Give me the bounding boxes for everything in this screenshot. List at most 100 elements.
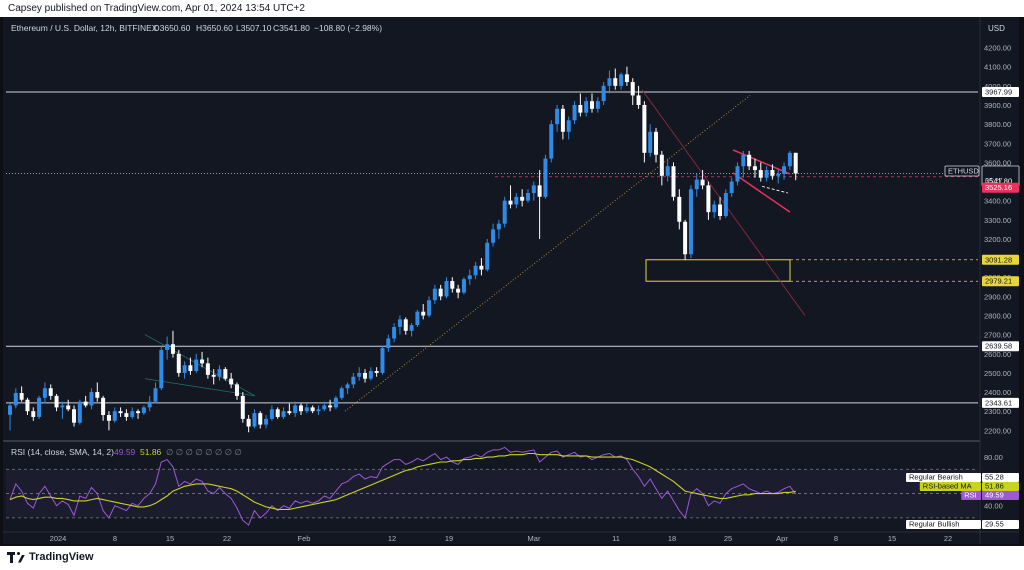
candle-body (60, 405, 65, 408)
candle-body (782, 166, 787, 174)
candle-body (8, 405, 12, 415)
candle-body (106, 415, 111, 421)
candle (485, 238, 490, 272)
price-tick-label: 4100.00 (984, 63, 1011, 72)
candle-body (485, 242, 490, 270)
candle-body (246, 418, 251, 427)
price-tick-label: 3800.00 (984, 120, 1011, 129)
candle-body (310, 407, 315, 412)
candle-body (770, 170, 775, 176)
rsi-legend-nulls: ∅ ∅ ∅ ∅ ∅ ∅ ∅ ∅ (166, 447, 242, 457)
candle-body (77, 401, 82, 423)
price-tick-label: 4200.00 (984, 44, 1011, 53)
candle-body (339, 388, 344, 398)
candle-body (205, 363, 210, 375)
resistance-top-label: 3967.99 (982, 86, 1019, 97)
rsi-bullish-name-text: Regular Bullish (909, 520, 959, 529)
candle-body (566, 120, 571, 132)
rsi-bearish-value-text: 55.28 (985, 473, 1004, 482)
tradingview-logo[interactable]: TradingView (7, 551, 94, 563)
ticker-label-text: ETHUSD (948, 167, 979, 176)
candle-body (48, 388, 53, 396)
candle-body (136, 411, 141, 414)
candle (683, 219, 688, 261)
candle-body (595, 101, 600, 109)
box-top-label: 3091.28 (982, 254, 1019, 265)
candle-body (659, 154, 664, 176)
candle (671, 162, 676, 201)
candle (415, 309, 420, 327)
candle-body (194, 359, 199, 372)
rsi-ma-value-text: 51.86 (985, 482, 1004, 491)
price-tick-label: 2300.00 (984, 407, 1011, 416)
candle-body (671, 166, 676, 197)
candle-body (444, 281, 449, 297)
candle-body (322, 405, 327, 410)
red-level-label: 3525.16 (982, 182, 1019, 193)
price-tick-label: 2700.00 (984, 331, 1011, 340)
candle (502, 196, 507, 228)
rsi-current-name-text: RSI (964, 491, 977, 500)
candle-body (549, 124, 554, 159)
candle-body (758, 170, 763, 178)
time-tick-label: 8 (113, 534, 117, 543)
candle-body (304, 407, 309, 412)
candle-body (264, 418, 269, 425)
candle-body (234, 384, 239, 396)
candle-body (723, 193, 728, 216)
candle-body (83, 401, 88, 406)
candle-body (677, 196, 682, 222)
rsi-current-value: 49.59 (982, 491, 1019, 500)
candle-body (601, 85, 606, 102)
footer-bar: TradingView (0, 546, 1024, 570)
candle-body (269, 409, 274, 419)
candle-body (718, 204, 723, 216)
box-bottom-label: 2979.21 (982, 276, 1019, 287)
candle-body (450, 281, 455, 289)
chart-svg[interactable]: 4200.004100.004000.003900.003800.003700.… (0, 0, 1024, 546)
candle-body (275, 409, 280, 417)
candle-body (176, 353, 181, 373)
rsi-current-name: RSI (961, 491, 981, 500)
candle-body (496, 223, 501, 230)
candle-body (700, 179, 705, 186)
candle-body (648, 131, 653, 153)
tradingview-brand: TradingView (29, 551, 94, 563)
box-bottom-label-text: 2979.21 (985, 277, 1012, 286)
candle (339, 386, 344, 400)
candle-body (613, 78, 618, 86)
resistance-top-label-text: 3967.99 (985, 87, 1012, 96)
rsi-bullish-name: Regular Bullish (906, 520, 981, 529)
candle-body (316, 409, 321, 412)
candle-body (42, 388, 47, 398)
time-tick-label: 19 (445, 534, 453, 543)
time-tick-label: 2024 (50, 534, 67, 543)
price-tick-label: 3900.00 (984, 101, 1011, 110)
candle (380, 346, 385, 375)
candle-body (665, 166, 670, 176)
currency-label[interactable]: USD (988, 24, 1005, 33)
candle-body (95, 392, 100, 398)
candle-body (531, 185, 536, 194)
candle-body (525, 193, 530, 201)
rsi-bearish-name-text: Regular Bearish (909, 473, 963, 482)
candle-body (112, 411, 117, 421)
candle-body (118, 411, 123, 414)
candle-body (287, 411, 292, 414)
price-tick-label: 3700.00 (984, 139, 1011, 148)
time-tick-label: 22 (944, 534, 952, 543)
candle-body (712, 204, 717, 213)
candle-body (421, 311, 426, 316)
candle-body (467, 275, 472, 280)
price-tick-label: 3300.00 (984, 216, 1011, 225)
candle-body (537, 185, 542, 197)
candle-body (630, 82, 635, 96)
ohlc-high: H3650.60 (196, 23, 233, 33)
candle (37, 395, 42, 419)
candle-body (473, 265, 478, 276)
red-level-label-text: 3525.16 (985, 183, 1012, 192)
candle-body (572, 104, 577, 121)
candle-body (397, 319, 402, 327)
price-tick-label: 2400.00 (984, 388, 1011, 397)
ohlc-low: L3507.10 (236, 23, 272, 33)
